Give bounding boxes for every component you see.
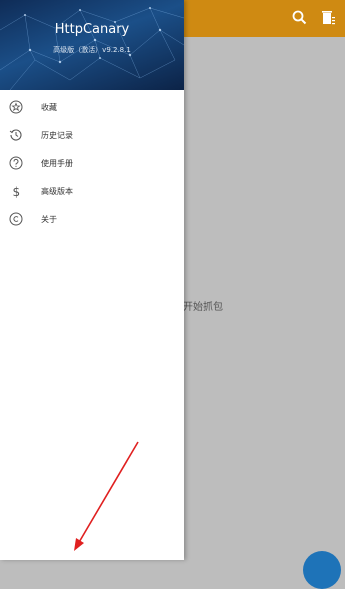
annotation-arrow — [74, 441, 139, 551]
